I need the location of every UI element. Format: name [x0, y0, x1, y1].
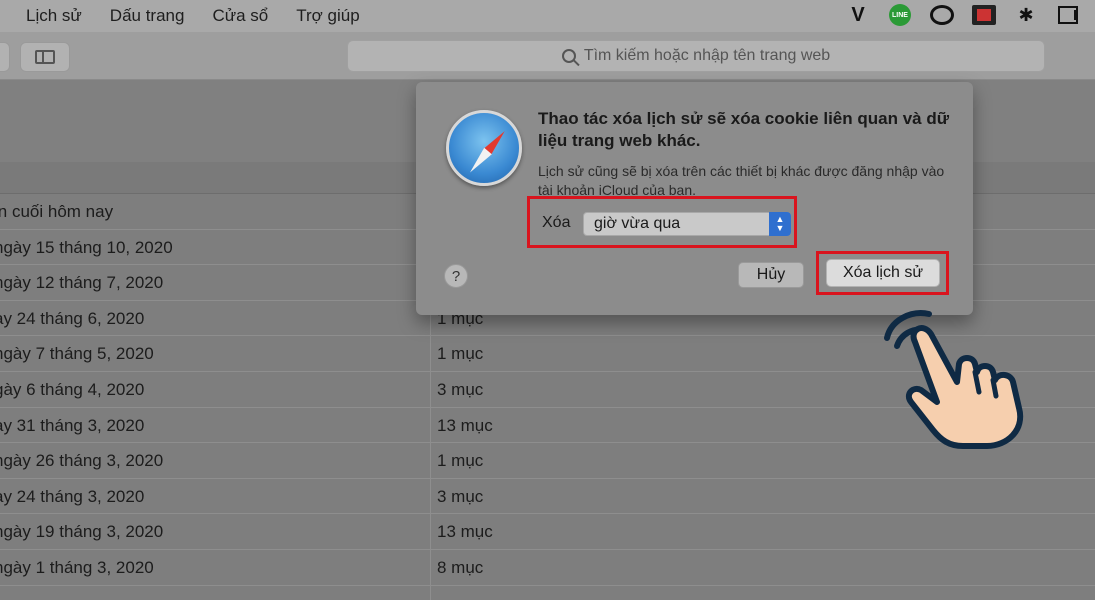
- clear-history-button[interactable]: Xóa lịch sử: [826, 259, 940, 287]
- display-icon: [1058, 6, 1078, 24]
- video-app-icon: [972, 5, 996, 25]
- back-button[interactable]: [0, 42, 10, 72]
- cancel-button[interactable]: Hủy: [738, 262, 804, 288]
- search-icon: [561, 49, 576, 63]
- history-count: 3 mục: [437, 486, 484, 506]
- clear-range-value: giờ vừa qua: [594, 215, 681, 232]
- history-row[interactable]: ngày 1 tháng 3, 2020 8 mục: [0, 550, 1095, 586]
- history-date: ày 24 tháng 3, 2020: [0, 486, 145, 506]
- history-date: ngày 26 tháng 3, 2020: [0, 451, 164, 471]
- history-row[interactable]: ngày 19 tháng 3, 2020 13 mục: [0, 514, 1095, 550]
- history-date: ngày 12 tháng 7, 2020: [0, 273, 164, 293]
- history-count: 13 mục: [437, 415, 493, 435]
- history-date: ngày 1 tháng 3, 2020: [0, 557, 154, 577]
- safari-compass-icon: [446, 110, 522, 186]
- safari-toolbar: Tìm kiếm hoặc nhập tên trang web: [0, 32, 1095, 80]
- address-search-field[interactable]: Tìm kiếm hoặc nhập tên trang web: [347, 40, 1045, 72]
- line-icon: LINE: [889, 4, 911, 26]
- clear-range-label: Xóa: [542, 214, 571, 231]
- line-tray-button[interactable]: LINE: [887, 4, 913, 26]
- history-date: ngày 7 tháng 5, 2020: [0, 344, 154, 364]
- dialog-subtitle: Lịch sử cũng sẽ bị xóa trên các thiết bị…: [538, 163, 945, 198]
- menu-help[interactable]: Trợ giúp: [296, 6, 359, 26]
- history-date: ày 24 tháng 6, 2020: [0, 308, 145, 328]
- bluetooth-icon[interactable]: ✱: [1013, 4, 1039, 26]
- sidebar-toggle-button[interactable]: [20, 42, 70, 72]
- history-date: ngày 15 tháng 10, 2020: [0, 237, 173, 257]
- history-date: ngày 19 tháng 3, 2020: [0, 522, 164, 542]
- clear-range-select[interactable]: giờ vừa qua ▲ ▼: [583, 212, 791, 236]
- history-row[interactable]: ày 24 tháng 3, 2020 3 mục: [0, 479, 1095, 515]
- creative-cloud-icon: [930, 5, 954, 25]
- compass-needle-white: [466, 147, 492, 176]
- select-stepper-icon: ▲ ▼: [769, 212, 791, 236]
- history-date: gày 6 tháng 4, 2020: [0, 379, 145, 399]
- search-placeholder: Tìm kiếm hoặc nhập tên trang web: [583, 47, 831, 64]
- hand-pointer-icon: [884, 310, 1024, 449]
- history-count: 1 mục: [437, 451, 484, 471]
- history-count: 1 mục: [437, 344, 484, 364]
- history-count: 13 mục: [437, 522, 493, 542]
- select-highlight-frame: Xóa giờ vừa qua ▲ ▼: [527, 196, 797, 248]
- creative-cloud-tray-button[interactable]: [929, 4, 955, 26]
- help-button[interactable]: ?: [444, 264, 468, 288]
- clear-history-dialog: Thao tác xóa lịch sử sẽ xóa cookie liên …: [416, 82, 973, 315]
- video-tray-button[interactable]: [971, 4, 997, 26]
- clear-button-highlight-frame: Xóa lịch sử: [816, 251, 949, 295]
- display-tray-button[interactable]: [1055, 4, 1081, 26]
- history-date: ày 31 tháng 3, 2020: [0, 415, 145, 435]
- history-count: 3 mục: [437, 379, 484, 399]
- history-count: 8 mục: [437, 557, 484, 577]
- menu-bar: Lịch sử Dấu trang Cửa sổ Trợ giúp V LINE…: [0, 0, 1095, 32]
- menu-history[interactable]: Lịch sử: [26, 6, 82, 26]
- v-app-icon[interactable]: V: [845, 4, 871, 26]
- dialog-title: Thao tác xóa lịch sử sẽ xóa cookie liên …: [538, 109, 950, 150]
- status-tray: V LINE ✱: [845, 4, 1081, 26]
- menu-bookmarks[interactable]: Dấu trang: [110, 6, 185, 26]
- sidebar-icon: [35, 50, 55, 64]
- menu-list: Lịch sử Dấu trang Cửa sổ Trợ giúp: [0, 6, 388, 26]
- menu-window[interactable]: Cửa sổ: [212, 6, 268, 26]
- history-date: in cuối hôm nay: [0, 202, 114, 221]
